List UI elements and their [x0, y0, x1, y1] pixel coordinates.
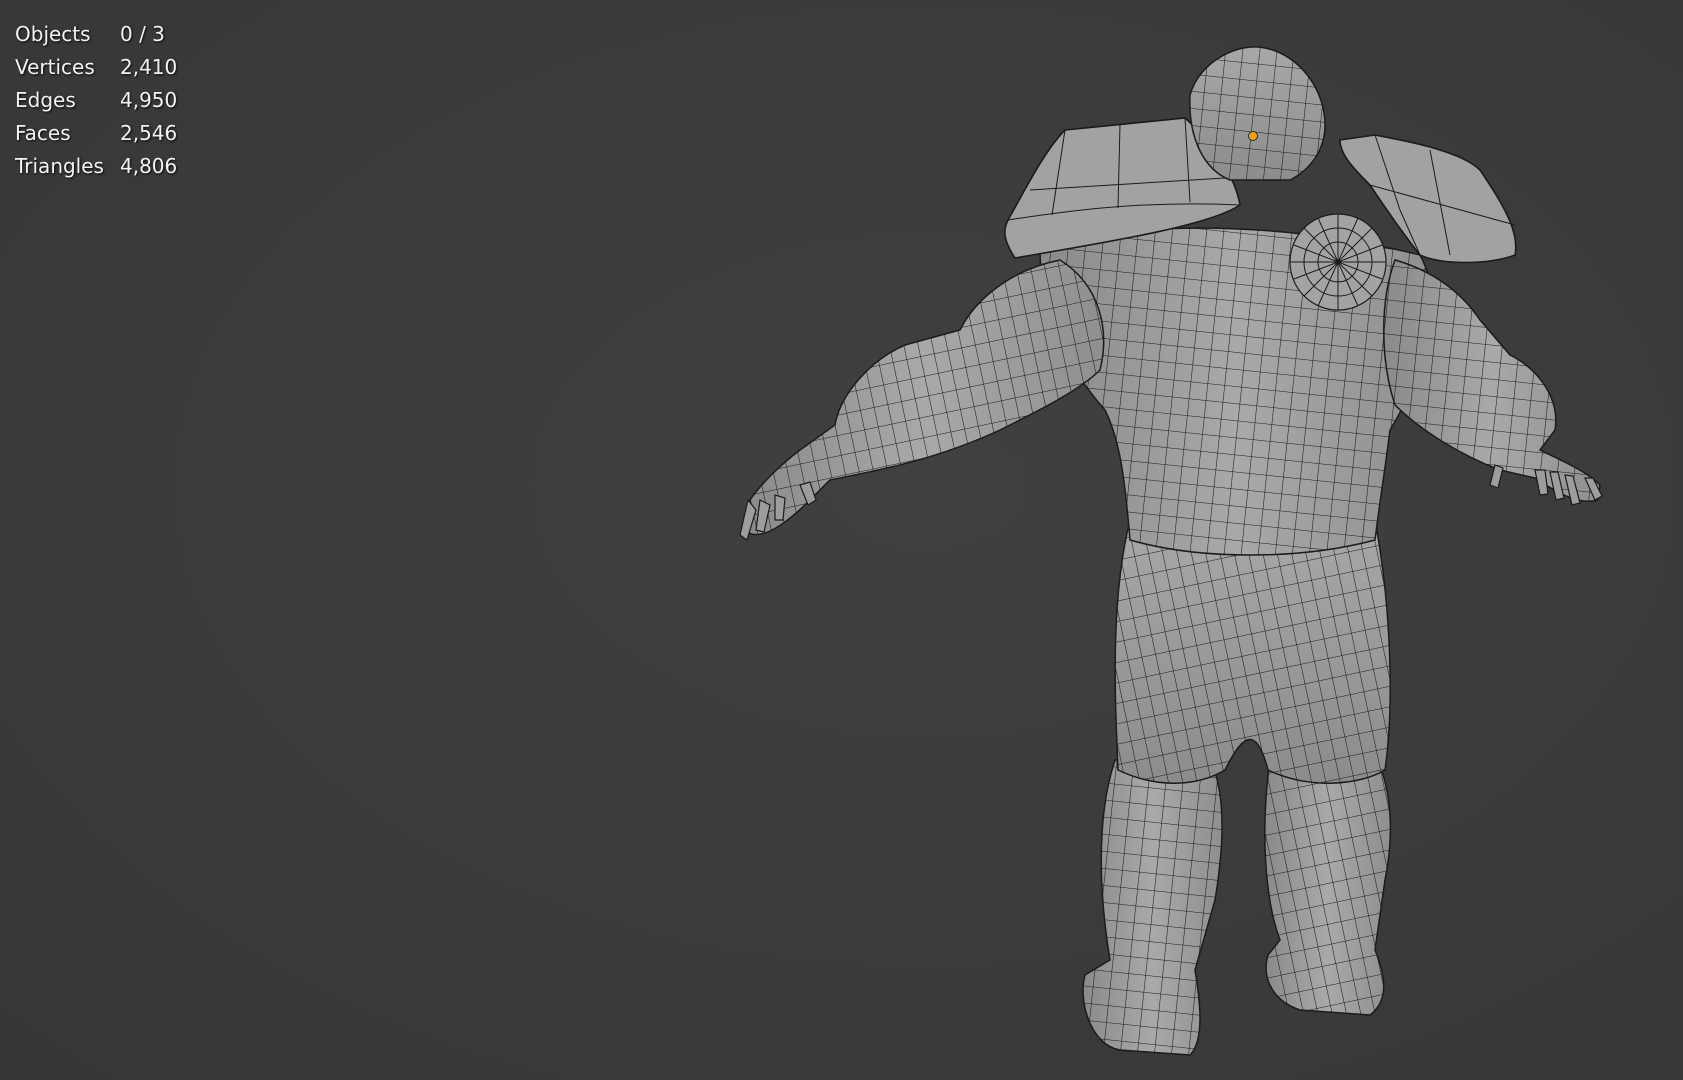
stat-label: Objects	[15, 22, 91, 46]
stat-row-objects: Objects 0 / 3	[15, 18, 177, 51]
stat-label: Faces	[15, 121, 71, 145]
stat-label: Edges	[15, 88, 76, 112]
stat-value: 4,950	[120, 88, 178, 112]
stat-label: Triangles	[15, 154, 104, 178]
stat-value: 2,410	[120, 55, 178, 79]
character-mesh[interactable]	[0, 0, 1683, 1080]
stat-row-vertices: Vertices 2,410	[15, 51, 177, 84]
origin-point-icon	[1248, 131, 1258, 141]
stat-row-edges: Edges 4,950	[15, 84, 177, 117]
stat-value: 0 / 3	[120, 22, 165, 46]
3d-viewport[interactable]: Objects 0 / 3 Vertices 2,410 Edges 4,950…	[0, 0, 1683, 1080]
left-leg	[1082, 759, 1223, 1056]
torso	[1039, 213, 1434, 556]
hips	[1114, 519, 1391, 784]
stat-value: 2,546	[120, 121, 178, 145]
stat-row-triangles: Triangles 4,806	[15, 150, 177, 183]
left-arm	[739, 259, 1105, 541]
stat-row-faces: Faces 2,546	[15, 117, 177, 150]
stat-value: 4,806	[120, 154, 178, 178]
right-leg	[1264, 759, 1392, 1016]
head	[1189, 46, 1326, 181]
stat-label: Vertices	[15, 55, 95, 79]
right-arm	[1383, 259, 1603, 506]
viewport-statistics-overlay: Objects 0 / 3 Vertices 2,410 Edges 4,950…	[15, 18, 177, 183]
